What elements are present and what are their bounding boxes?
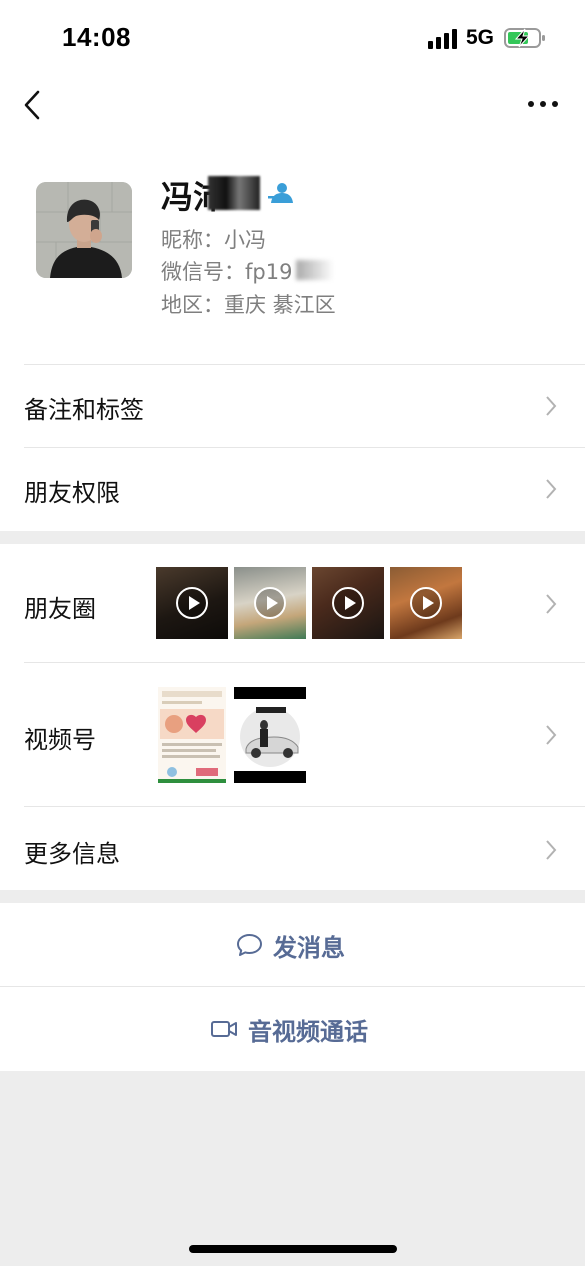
- moments-video-thumbnail[interactable]: [234, 567, 306, 639]
- play-icon: [176, 587, 208, 619]
- status-bar: 14:08 5G: [0, 0, 585, 76]
- nickname-line: 昵称：小冯: [161, 224, 266, 254]
- back-arrow-icon[interactable]: [20, 88, 44, 122]
- more-info-label: 更多信息: [24, 840, 120, 868]
- status-time: 14:08: [62, 22, 131, 52]
- send-message-label: 发消息: [273, 933, 345, 962]
- moments-row[interactable]: 朋友圈: [0, 544, 585, 662]
- moments-video-thumbnail[interactable]: [156, 567, 228, 639]
- home-indicator[interactable]: [189, 1245, 397, 1253]
- chevron-right-icon: [546, 840, 557, 860]
- friend-permissions-label: 朋友权限: [24, 479, 120, 507]
- channels-poster-image: [158, 691, 226, 783]
- profile-card: 冯沛 昵称：小冯 微信号：fp19 地区：重庆 綦江区: [0, 136, 585, 364]
- play-icon: [254, 587, 286, 619]
- play-icon: [332, 587, 364, 619]
- wechat-id-value: fp19: [245, 260, 293, 284]
- avatar-photo: [36, 182, 132, 278]
- moments-video-thumbnail[interactable]: [312, 567, 384, 639]
- moments-video-thumbnail[interactable]: [390, 567, 462, 639]
- channels-row[interactable]: 视频号: [0, 662, 585, 806]
- channels-cover-image: [234, 699, 306, 771]
- contact-verified-icon: [268, 183, 293, 203]
- chevron-right-icon: [546, 396, 557, 416]
- nickname-value: 小冯: [224, 228, 266, 252]
- wechat-id-redaction: [296, 260, 334, 280]
- play-icon: [410, 587, 442, 619]
- video-camera-icon: [211, 1021, 237, 1037]
- nickname-label: 昵称：: [161, 228, 224, 252]
- channels-post-thumbnail[interactable]: [234, 687, 306, 783]
- region-value: 重庆 綦江区: [224, 293, 336, 317]
- signal-icon: [428, 29, 457, 49]
- channels-post-thumbnail[interactable]: [158, 687, 226, 783]
- region-label: 地区：: [161, 293, 224, 317]
- content-group: 朋友圈 视频号 更多信息: [0, 544, 585, 890]
- video-call-button[interactable]: 音视频通话: [0, 987, 585, 1071]
- navigation-bar: [0, 76, 585, 136]
- send-message-button[interactable]: 发消息: [0, 903, 585, 987]
- avatar[interactable]: [36, 182, 132, 278]
- moments-label: 朋友圈: [24, 595, 96, 623]
- settings-group: 备注和标签 朋友权限: [0, 364, 585, 531]
- more-info-row[interactable]: 更多信息: [0, 806, 585, 890]
- video-call-label: 音视频通话: [248, 1017, 368, 1046]
- network-type: 5G: [466, 26, 495, 49]
- video-call-content: 音视频通话: [210, 987, 368, 1071]
- chevron-right-icon: [546, 479, 557, 499]
- remarks-tags-label: 备注和标签: [24, 396, 144, 424]
- send-message-content: 发消息: [236, 903, 345, 987]
- remarks-tags-row[interactable]: 备注和标签: [0, 364, 585, 447]
- region-line: 地区：重庆 綦江区: [161, 289, 336, 319]
- chat-bubble-icon: [237, 934, 262, 956]
- name-redaction: [208, 176, 260, 210]
- battery-charging-icon: [504, 28, 545, 48]
- chevron-right-icon: [546, 725, 557, 745]
- wechat-id-line: 微信号：fp19: [161, 256, 292, 286]
- wechat-id-label: 微信号：: [161, 260, 245, 284]
- more-options-icon[interactable]: [526, 94, 560, 114]
- channels-label: 视频号: [24, 726, 96, 754]
- friend-permissions-row[interactable]: 朋友权限: [0, 447, 585, 531]
- chevron-right-icon: [546, 594, 557, 614]
